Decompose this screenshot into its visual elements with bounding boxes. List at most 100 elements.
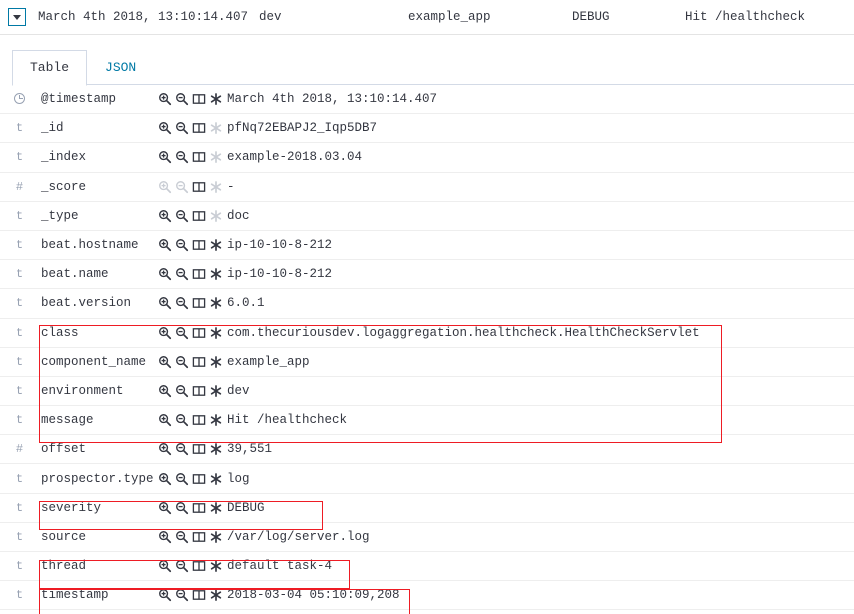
zoom-out-icon[interactable] (175, 530, 189, 544)
filter-field-present-icon[interactable] (209, 588, 223, 602)
zoom-out-icon[interactable] (175, 355, 189, 369)
field-type-string-icon: t (15, 296, 24, 311)
zoom-in-icon[interactable] (158, 501, 172, 515)
filter-field-present-icon[interactable] (209, 384, 223, 398)
field-name: _type (41, 208, 79, 223)
filter-field-present-icon[interactable] (209, 413, 223, 427)
zoom-in-icon[interactable] (158, 472, 172, 486)
zoom-out-icon[interactable] (175, 150, 189, 164)
zoom-out-icon[interactable] (175, 121, 189, 135)
filter-field-present-icon (209, 209, 223, 223)
zoom-in-icon[interactable] (158, 355, 172, 369)
zoom-in-icon[interactable] (158, 384, 172, 398)
filter-field-present-icon[interactable] (209, 267, 223, 281)
zoom-out-icon[interactable] (175, 442, 189, 456)
zoom-out-icon[interactable] (175, 238, 189, 252)
field-value: ip-10-10-8-212 (227, 238, 333, 253)
field-value: March 4th 2018, 13:10:14.407 (227, 92, 438, 107)
document-summary-cell: DEBUG (572, 9, 610, 24)
zoom-out-icon[interactable] (175, 413, 189, 427)
toggle-column-icon[interactable] (192, 413, 206, 427)
field-actions (158, 296, 222, 310)
field-row: t _type doc (0, 202, 854, 231)
zoom-in-icon[interactable] (158, 296, 172, 310)
toggle-column-icon[interactable] (192, 559, 206, 573)
filter-field-present-icon[interactable] (209, 472, 223, 486)
field-value: 2018-03-04 05:10:09,208 (227, 588, 400, 603)
toggle-column-icon[interactable] (192, 121, 206, 135)
zoom-in-icon[interactable] (158, 442, 172, 456)
filter-field-present-icon[interactable] (209, 355, 223, 369)
field-value: 39,551 (227, 442, 273, 457)
toggle-column-icon[interactable] (192, 501, 206, 515)
filter-field-present-icon[interactable] (209, 559, 223, 573)
field-type-string-icon: t (15, 325, 24, 340)
toggle-column-icon[interactable] (192, 530, 206, 544)
field-row: t _id pfNq72EBAPJ2_Iqp5DB7 (0, 114, 854, 144)
field-actions (158, 209, 222, 223)
filter-field-present-icon (209, 121, 223, 135)
field-row: t prospector.type log (0, 464, 854, 494)
field-actions (158, 150, 222, 164)
toggle-column-icon[interactable] (192, 588, 206, 602)
zoom-out-icon[interactable] (175, 296, 189, 310)
filter-field-present-icon[interactable] (209, 530, 223, 544)
zoom-in-icon[interactable] (158, 326, 172, 340)
tab-json[interactable]: JSON (87, 50, 154, 85)
toggle-column-icon[interactable] (192, 355, 206, 369)
zoom-in-icon[interactable] (158, 209, 172, 223)
zoom-in-icon[interactable] (158, 559, 172, 573)
field-type-string-icon: t (15, 150, 24, 165)
field-value: example_app (227, 354, 310, 369)
detail-tabs: Table JSON (0, 35, 854, 86)
field-actions (158, 92, 222, 106)
zoom-in-icon[interactable] (158, 588, 172, 602)
zoom-in-icon[interactable] (158, 267, 172, 281)
zoom-out-icon[interactable] (175, 384, 189, 398)
toggle-column-icon[interactable] (192, 238, 206, 252)
field-type-string-icon: t (15, 267, 24, 282)
field-actions (158, 121, 222, 135)
toggle-column-icon[interactable] (192, 150, 206, 164)
filter-field-present-icon[interactable] (209, 326, 223, 340)
zoom-out-icon[interactable] (175, 326, 189, 340)
filter-field-present-icon[interactable] (209, 442, 223, 456)
toggle-column-icon[interactable] (192, 384, 206, 398)
zoom-out-icon[interactable] (175, 92, 189, 106)
field-value: - (227, 179, 235, 194)
toggle-column-icon[interactable] (192, 92, 206, 106)
toggle-column-icon[interactable] (192, 442, 206, 456)
toggle-column-icon[interactable] (192, 326, 206, 340)
zoom-in-icon[interactable] (158, 150, 172, 164)
field-name: component_name (41, 354, 147, 369)
field-name: beat.hostname (41, 238, 139, 253)
zoom-in-icon[interactable] (158, 530, 172, 544)
filter-field-present-icon[interactable] (209, 296, 223, 310)
field-name: source (41, 529, 87, 544)
tab-table[interactable]: Table (12, 50, 88, 86)
field-name: thread (41, 559, 87, 574)
zoom-out-icon[interactable] (175, 209, 189, 223)
filter-field-present-icon[interactable] (209, 501, 223, 515)
toggle-column-icon[interactable] (192, 209, 206, 223)
filter-field-present-icon[interactable] (209, 92, 223, 106)
zoom-in-icon[interactable] (158, 92, 172, 106)
zoom-in-icon[interactable] (158, 121, 172, 135)
filter-field-present-icon[interactable] (209, 238, 223, 252)
zoom-out-icon[interactable] (175, 472, 189, 486)
field-name: prospector.type (41, 471, 154, 486)
toggle-column-icon[interactable] (192, 180, 206, 194)
zoom-out-icon[interactable] (175, 559, 189, 573)
field-row: t beat.name ip-10-10-8-212 (0, 260, 854, 290)
zoom-in-icon[interactable] (158, 413, 172, 427)
field-row: t beat.hostname ip-10-10-8-212 (0, 231, 854, 261)
zoom-out-icon[interactable] (175, 588, 189, 602)
zoom-in-icon[interactable] (158, 238, 172, 252)
toggle-column-icon[interactable] (192, 472, 206, 486)
toggle-column-icon[interactable] (192, 296, 206, 310)
zoom-out-icon[interactable] (175, 501, 189, 515)
field-type-string-icon: t (15, 208, 24, 223)
toggle-column-icon[interactable] (192, 267, 206, 281)
expand-document-button[interactable] (8, 8, 26, 26)
zoom-out-icon[interactable] (175, 267, 189, 281)
